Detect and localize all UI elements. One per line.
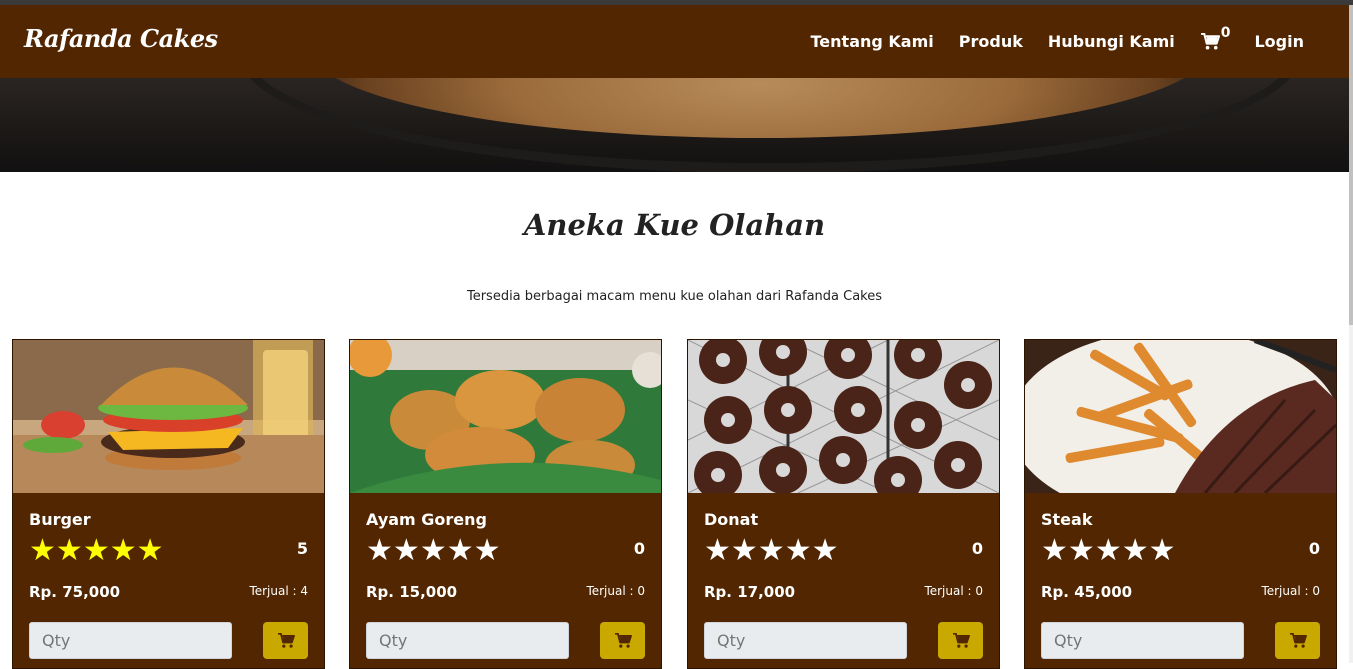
nav-link-produk[interactable]: Produk [959, 32, 1023, 51]
product-card-steak: Steak ★ ★ ★ ★ ★ 0 Rp. 45,000 Terjual : 0 [1024, 339, 1337, 669]
star-icon[interactable]: ★ [29, 536, 56, 566]
qty-input[interactable] [366, 622, 569, 659]
product-card-donat: Donat ★ ★ ★ ★ ★ 0 Rp. 17,000 Terjual : 0 [687, 339, 1000, 669]
product-price: Rp. 75,000 [29, 583, 121, 601]
cart-icon [1289, 632, 1307, 648]
star-icon[interactable]: ★ [137, 536, 164, 566]
product-name: Burger [29, 510, 91, 529]
nav-link-hubungi-kami[interactable]: Hubungi Kami [1048, 32, 1175, 51]
product-name: Donat [704, 510, 759, 529]
brand-logo[interactable]: Rafanda Cakes [24, 24, 218, 53]
rating-count: 0 [633, 539, 645, 558]
star-icon[interactable]: ★ [393, 536, 420, 566]
star-rating[interactable]: ★ ★ ★ ★ ★ [1041, 536, 1176, 566]
product-name: Ayam Goreng [366, 510, 487, 529]
cart-icon [277, 632, 295, 648]
cart-icon [614, 632, 632, 648]
sold-count: Terjual : 0 [586, 584, 645, 598]
hero-banner-image [0, 78, 1349, 172]
qty-input[interactable] [1041, 622, 1244, 659]
section-subtitle: Tersedia berbagai macam menu kue olahan … [466, 289, 883, 304]
star-icon[interactable]: ★ [1068, 536, 1095, 566]
nav-links: Tentang Kami Produk Hubungi Kami 0 Login [786, 5, 1304, 78]
star-icon[interactable]: ★ [366, 536, 393, 566]
sold-count: Terjual : 4 [249, 584, 308, 598]
star-rating[interactable]: ★ ★ ★ ★ ★ [29, 536, 164, 566]
star-icon[interactable]: ★ [704, 536, 731, 566]
cart-icon [1200, 32, 1220, 50]
add-to-cart-button[interactable] [263, 622, 308, 659]
star-rating[interactable]: ★ ★ ★ ★ ★ [366, 536, 501, 566]
section-title: Aneka Kue Olahan [523, 208, 826, 242]
product-price: Rp. 15,000 [366, 583, 458, 601]
rating-count: 5 [296, 539, 308, 558]
add-to-cart-button[interactable] [938, 622, 983, 659]
rating-count: 0 [971, 539, 983, 558]
star-icon[interactable]: ★ [447, 536, 474, 566]
fried-chicken-image [350, 340, 661, 493]
product-price: Rp. 45,000 [1041, 583, 1133, 601]
cart-link[interactable]: 0 [1200, 25, 1230, 51]
page-scrollbar-thumb[interactable] [1349, 5, 1353, 325]
sold-count: Terjual : 0 [924, 584, 983, 598]
qty-input[interactable] [29, 622, 232, 659]
navbar: Rafanda Cakes Tentang Kami Produk Hubung… [0, 5, 1349, 78]
cart-icon [952, 632, 970, 648]
add-to-cart-button[interactable] [600, 622, 645, 659]
product-name: Steak [1041, 510, 1093, 529]
burger-image [13, 340, 324, 493]
star-icon[interactable]: ★ [1149, 536, 1176, 566]
star-icon[interactable]: ★ [110, 536, 137, 566]
product-card-burger: Burger ★ ★ ★ ★ ★ 5 Rp. 75,000 Terjual : … [12, 339, 325, 669]
star-icon[interactable]: ★ [56, 536, 83, 566]
qty-input[interactable] [704, 622, 907, 659]
sold-count: Terjual : 0 [1261, 584, 1320, 598]
add-to-cart-button[interactable] [1275, 622, 1320, 659]
cart-count-badge: 0 [1220, 24, 1231, 41]
steak-image [1025, 340, 1336, 493]
star-icon[interactable]: ★ [83, 536, 110, 566]
star-icon[interactable]: ★ [1122, 536, 1149, 566]
nav-link-tentang-kami[interactable]: Tentang Kami [811, 32, 934, 51]
star-icon[interactable]: ★ [731, 536, 758, 566]
star-icon[interactable]: ★ [420, 536, 447, 566]
star-icon[interactable]: ★ [758, 536, 785, 566]
star-icon[interactable]: ★ [1095, 536, 1122, 566]
product-price: Rp. 17,000 [704, 583, 796, 601]
star-rating[interactable]: ★ ★ ★ ★ ★ [704, 536, 839, 566]
nav-link-login[interactable]: Login [1254, 32, 1304, 51]
donut-image [688, 340, 999, 493]
star-icon[interactable]: ★ [785, 536, 812, 566]
product-card-ayam-goreng: Ayam Goreng ★ ★ ★ ★ ★ 0 Rp. 15,000 Terju… [349, 339, 662, 669]
star-icon[interactable]: ★ [812, 536, 839, 566]
star-icon[interactable]: ★ [474, 536, 501, 566]
rating-count: 0 [1308, 539, 1320, 558]
star-icon[interactable]: ★ [1041, 536, 1068, 566]
